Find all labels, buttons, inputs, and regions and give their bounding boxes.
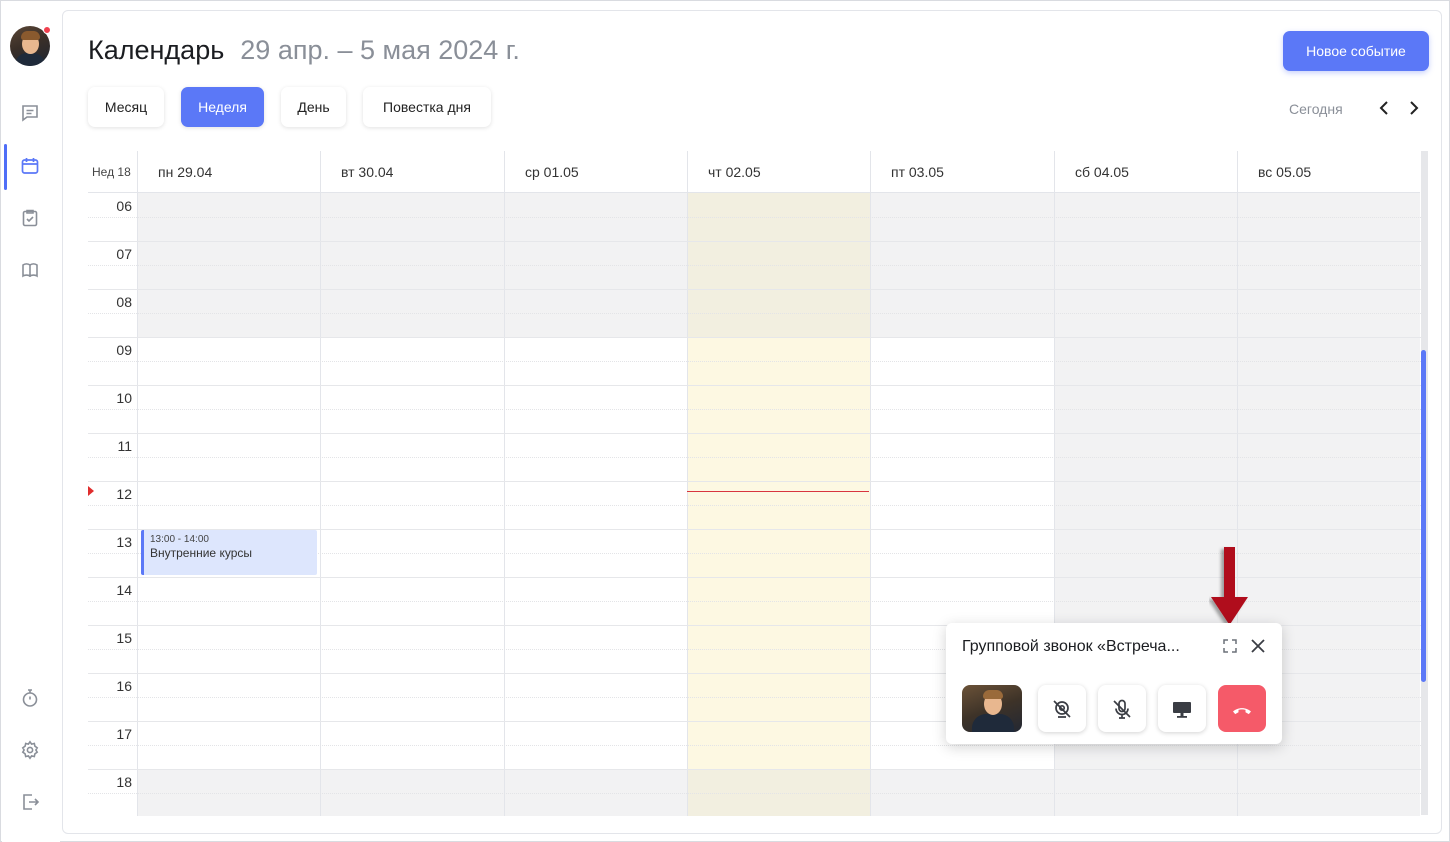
mic-off-icon: [1113, 699, 1131, 719]
hangup-button[interactable]: [1218, 685, 1266, 732]
prev-week-chevron-icon[interactable]: [1375, 98, 1393, 118]
hour-line: [88, 241, 1421, 242]
today-button[interactable]: Сегодня: [1289, 101, 1343, 117]
chat-icon[interactable]: [19, 102, 41, 124]
monitor-icon: [1173, 701, 1191, 718]
hour-label: 14: [116, 582, 132, 598]
current-time-marker: [88, 486, 94, 496]
hour-label: 07: [116, 246, 132, 262]
page-title: Календарь: [88, 35, 225, 65]
half-hour-line: [88, 217, 1421, 218]
tasks-icon[interactable]: [19, 207, 41, 229]
event-time: 13:00 - 14:00: [150, 534, 209, 545]
close-icon[interactable]: [1248, 636, 1268, 656]
day-header[interactable]: сб 04.05: [1054, 151, 1237, 193]
screen-share-button[interactable]: [1158, 685, 1206, 732]
half-hour-line: [88, 265, 1421, 266]
hour-label: 17: [116, 726, 132, 742]
camera-off-icon: [1053, 699, 1071, 718]
half-hour-line: [88, 505, 1421, 506]
hour-label: 12: [116, 486, 132, 502]
hour-line: [88, 337, 1421, 338]
calendar-event[interactable]: 13:00 - 14:00 Внутренние курсы: [141, 530, 317, 575]
event-title: Внутренние курсы: [150, 546, 252, 560]
view-week-button[interactable]: Неделя: [181, 87, 264, 127]
day-header[interactable]: пт 03.05: [870, 151, 1054, 193]
scrollbar-thumb[interactable]: [1421, 350, 1426, 682]
settings-gear-icon[interactable]: [19, 739, 41, 761]
calendar-icon[interactable]: [19, 155, 41, 177]
hour-label: 13: [116, 534, 132, 550]
phone-hangup-icon: [1233, 707, 1251, 714]
day-header[interactable]: чт 02.05: [687, 151, 870, 193]
page-header: Календарь 29 апр. – 5 мая 2024 г.: [88, 35, 520, 66]
sidebar-active-indicator: [4, 144, 7, 190]
hour-label: 10: [116, 390, 132, 406]
half-hour-line: [88, 457, 1421, 458]
half-hour-line: [88, 361, 1421, 362]
notification-dot: [43, 26, 51, 34]
current-time-line: [687, 491, 869, 492]
call-title: Групповой звонок «Встреча...: [962, 638, 1180, 655]
view-agenda-button[interactable]: Повестка дня: [363, 87, 491, 127]
half-hour-line: [88, 745, 1421, 746]
sidebar: [2, 2, 60, 842]
red-arrow-annotation-icon: [1211, 547, 1248, 625]
hour-label: 11: [117, 438, 132, 454]
hour-label: 18: [116, 774, 132, 790]
view-day-button[interactable]: День: [281, 87, 346, 127]
day-header[interactable]: вс 05.05: [1237, 151, 1420, 193]
hour-line: [88, 385, 1421, 386]
call-widget: Групповой звонок «Встреча...: [946, 623, 1282, 744]
hour-line: [88, 481, 1421, 482]
hour-label: 16: [116, 678, 132, 694]
hour-label: 09: [116, 342, 132, 358]
half-hour-line: [88, 409, 1421, 410]
timer-icon[interactable]: [19, 687, 41, 709]
camera-off-button[interactable]: [1038, 685, 1086, 732]
app-window: Календарь 29 апр. – 5 мая 2024 г. Новое …: [0, 0, 1450, 842]
next-week-chevron-icon[interactable]: [1405, 98, 1423, 118]
mic-off-button[interactable]: [1098, 685, 1146, 732]
book-icon[interactable]: [19, 259, 41, 281]
view-month-button[interactable]: Месяц: [88, 87, 164, 127]
new-event-button[interactable]: Новое событие: [1283, 31, 1429, 71]
hour-label: 15: [116, 630, 132, 646]
half-hour-line: [88, 313, 1421, 314]
day-header[interactable]: ср 01.05: [504, 151, 687, 193]
hour-line: [88, 433, 1421, 434]
hour-label: 08: [116, 294, 132, 310]
day-header[interactable]: вт 30.04: [320, 151, 504, 193]
date-range: 29 апр. – 5 мая 2024 г.: [240, 35, 520, 65]
expand-icon[interactable]: [1221, 637, 1239, 655]
hour-label: 06: [116, 198, 132, 214]
logout-icon[interactable]: [19, 791, 41, 813]
hour-line: [88, 289, 1421, 290]
day-header[interactable]: пн 29.04: [137, 151, 320, 193]
hour-line: [88, 769, 1421, 770]
week-number: Нед 18: [88, 151, 137, 193]
participant-avatar: [962, 685, 1022, 732]
half-hour-line: [88, 793, 1421, 794]
